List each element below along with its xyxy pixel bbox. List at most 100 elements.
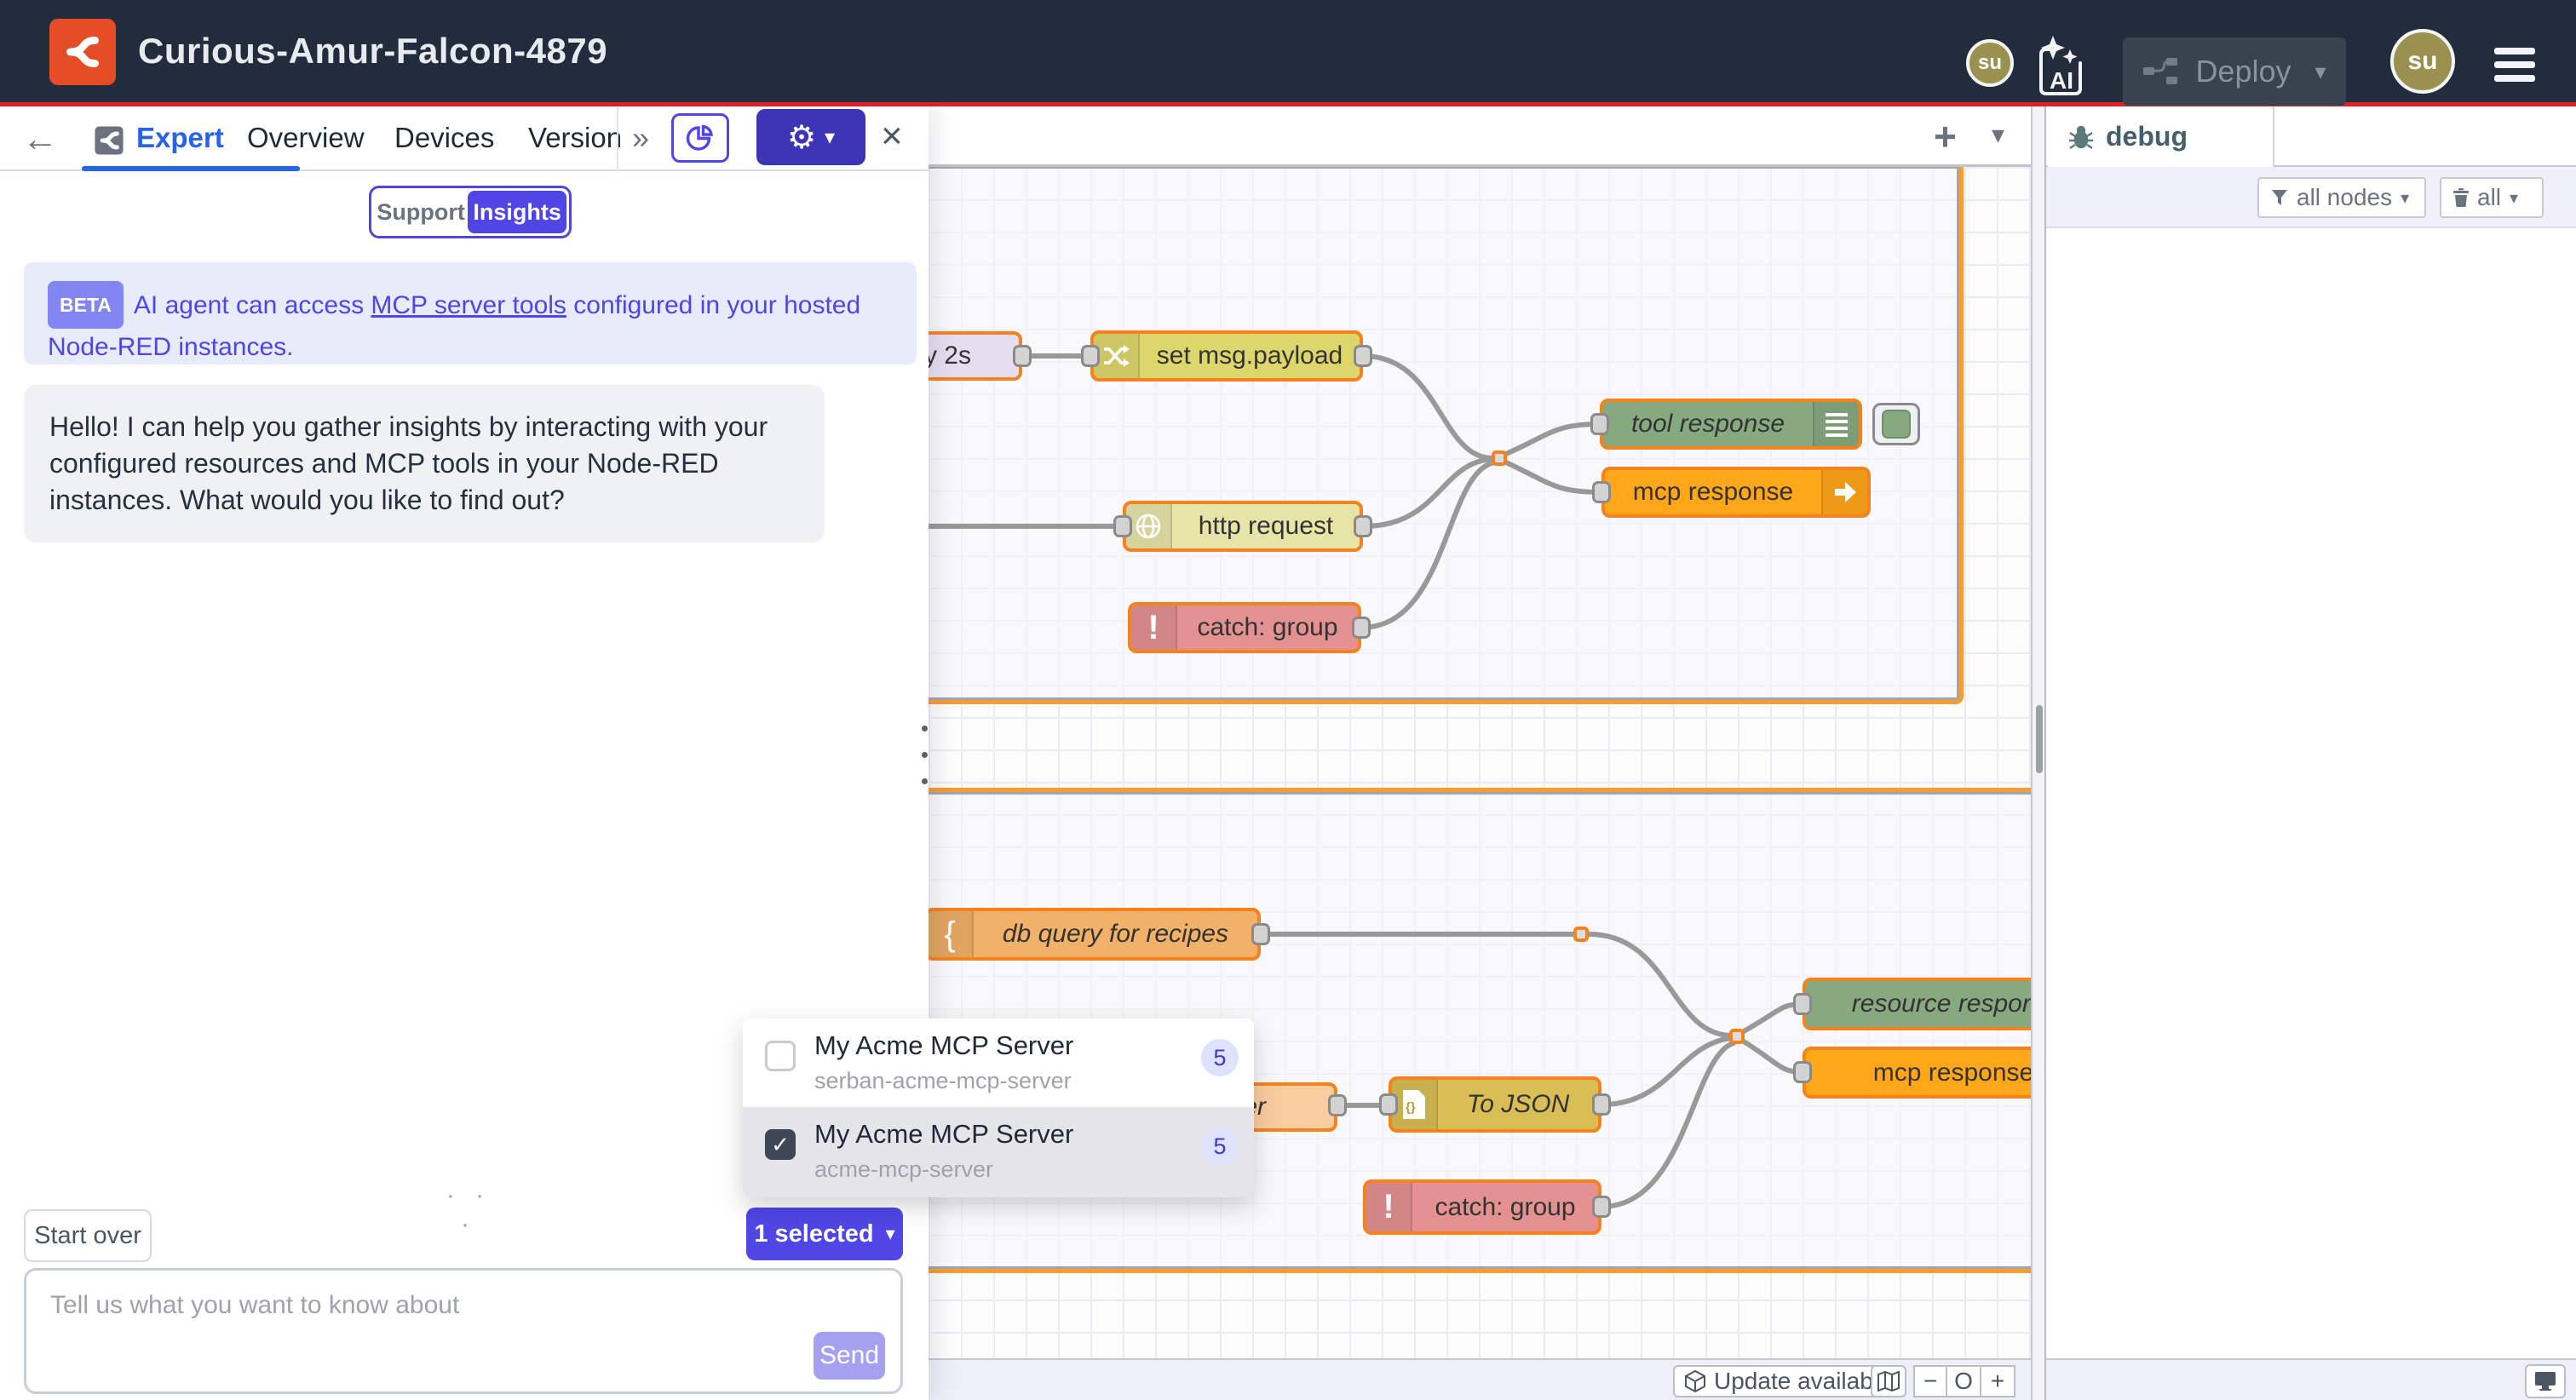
port-in[interactable] bbox=[1113, 515, 1132, 537]
port-out[interactable] bbox=[1592, 1196, 1611, 1218]
globe-icon bbox=[1126, 504, 1172, 548]
node-http-request[interactable]: http request bbox=[1123, 501, 1363, 552]
server-option-row[interactable]: My Acme MCP Server serban-acme-mcp-serve… bbox=[743, 1018, 1254, 1107]
flowfuse-logo-icon[interactable] bbox=[49, 19, 116, 85]
back-arrow-icon[interactable]: ← bbox=[22, 118, 58, 159]
zoom-reset-button[interactable]: O bbox=[1947, 1365, 1981, 1397]
close-icon[interactable]: × bbox=[881, 115, 903, 158]
port-in[interactable] bbox=[1590, 413, 1609, 435]
tabs-overflow-chevron[interactable]: » bbox=[632, 120, 649, 156]
exclamation-icon: ! bbox=[1366, 1183, 1412, 1231]
node-label: mcp response bbox=[1605, 478, 1821, 507]
ai-assistant-icon[interactable]: AI bbox=[2034, 34, 2087, 100]
chat-input-box: Send bbox=[24, 1268, 903, 1394]
flow-tabbar: + ▾ bbox=[929, 106, 2031, 167]
node-mcp-response[interactable]: mcp response bbox=[1601, 467, 1871, 518]
top-navbar: Curious-Amur-Falcon-4879 su AI Deploy ▾ … bbox=[0, 0, 2576, 106]
node-json[interactable]: {} To JSON bbox=[1389, 1076, 1601, 1133]
node-debug-tool-response[interactable]: tool response bbox=[1600, 399, 1862, 450]
debug-toggle-button[interactable] bbox=[1872, 403, 1920, 445]
tab-expert[interactable]: Expert bbox=[136, 122, 224, 154]
node-label: catch: group bbox=[1177, 613, 1358, 642]
port-out[interactable] bbox=[1352, 617, 1371, 639]
update-available-button[interactable]: Update available bbox=[1673, 1365, 1904, 1397]
selected-servers-button[interactable]: 1 selected ▾ bbox=[746, 1208, 903, 1260]
tab-devices[interactable]: Devices bbox=[394, 122, 494, 154]
zoom-out-button[interactable]: − bbox=[1913, 1365, 1947, 1397]
flow-canvas[interactable]: every 2s set msg.payload tool response m… bbox=[929, 106, 2044, 1400]
debug-filter-button[interactable]: all nodes ▾ bbox=[2257, 177, 2426, 218]
tab-overview[interactable]: Overview bbox=[247, 122, 365, 154]
map-icon bbox=[1877, 1371, 1900, 1391]
node-inject[interactable]: every 2s bbox=[929, 331, 1022, 381]
debug-sidebar-icon bbox=[1813, 402, 1859, 446]
node-catch[interactable]: ! catch: group bbox=[1128, 602, 1361, 653]
tab-version[interactable]: Version bbox=[528, 122, 622, 154]
deploy-caret-icon[interactable]: ▾ bbox=[2315, 59, 2326, 85]
main-menu-icon[interactable] bbox=[2494, 48, 2535, 82]
team-avatar[interactable]: su bbox=[1966, 39, 2014, 87]
chat-input[interactable] bbox=[26, 1271, 900, 1391]
panel-resize-handle[interactable]: · · · bbox=[443, 1181, 494, 1239]
port-out[interactable] bbox=[1354, 515, 1372, 537]
tab-debug-label: debug bbox=[2106, 121, 2188, 152]
port-out[interactable] bbox=[1328, 1094, 1347, 1116]
panel-splitter-handle[interactable] bbox=[922, 726, 932, 784]
debug-clear-label: all bbox=[2477, 184, 2501, 211]
wire-junction[interactable] bbox=[1573, 927, 1589, 942]
funnel-icon bbox=[2271, 189, 2288, 206]
debug-filter-label: all nodes bbox=[2297, 184, 2392, 211]
checkbox-unchecked[interactable] bbox=[765, 1041, 796, 1071]
port-out[interactable] bbox=[1251, 923, 1270, 945]
wire-junction[interactable] bbox=[1492, 450, 1507, 466]
add-flow-icon[interactable]: + bbox=[1934, 113, 1957, 159]
toggle-support[interactable]: Support bbox=[374, 191, 468, 233]
wire-junction[interactable] bbox=[1729, 1029, 1745, 1044]
node-db-query[interactable]: { db query for recipes bbox=[929, 908, 1261, 961]
node-catch[interactable]: ! catch: group bbox=[1363, 1179, 1601, 1235]
brace-icon: { bbox=[929, 911, 974, 957]
node-label: To JSON bbox=[1438, 1090, 1598, 1119]
user-avatar[interactable]: su bbox=[2390, 29, 2455, 94]
assistant-settings-button[interactable]: ⚙ ▾ bbox=[756, 109, 865, 165]
tab-debug[interactable]: debug bbox=[2048, 106, 2274, 167]
port-in[interactable] bbox=[1379, 1093, 1398, 1116]
bug-icon bbox=[2068, 124, 2094, 150]
gear-icon: ⚙ bbox=[787, 118, 816, 157]
beta-badge: BETA bbox=[48, 281, 124, 329]
node-label: db query for recipes bbox=[974, 920, 1257, 949]
checkbox-checked[interactable]: ✓ bbox=[765, 1129, 796, 1160]
settings-caret-icon: ▾ bbox=[825, 125, 835, 150]
node-label: set msg.payload bbox=[1140, 341, 1360, 370]
tool-count-badge: 5 bbox=[1201, 1039, 1239, 1076]
scrollbar-thumb[interactable] bbox=[2036, 705, 2043, 773]
open-window-button[interactable] bbox=[2525, 1364, 2566, 1398]
node-debug-resource-response[interactable]: resource response bbox=[1803, 978, 2044, 1030]
zoom-in-button[interactable]: + bbox=[1981, 1365, 2015, 1397]
port-in[interactable] bbox=[1081, 345, 1100, 367]
port-out[interactable] bbox=[1354, 345, 1372, 367]
debug-clear-button[interactable]: all ▾ bbox=[2440, 177, 2544, 218]
port-in[interactable] bbox=[1793, 993, 1812, 1015]
deploy-button[interactable]: Deploy ▾ bbox=[2123, 37, 2346, 106]
port-in[interactable] bbox=[1793, 1061, 1812, 1083]
usage-chart-button[interactable] bbox=[671, 113, 729, 163]
port-out[interactable] bbox=[1592, 1093, 1611, 1116]
node-change[interactable]: set msg.payload bbox=[1090, 330, 1363, 382]
navigator-button[interactable] bbox=[1871, 1365, 1906, 1397]
node-label: mcp response bbox=[1806, 1059, 2044, 1087]
server-option-row[interactable]: ✓ My Acme MCP Server acme-mcp-server 5 bbox=[743, 1107, 1254, 1197]
mcp-server-tools-link[interactable]: MCP server tools bbox=[371, 291, 566, 319]
canvas-scrollbar[interactable] bbox=[2031, 106, 2044, 1400]
flow-list-caret-icon[interactable]: ▾ bbox=[1992, 120, 2004, 150]
send-button[interactable]: Send bbox=[814, 1332, 885, 1380]
port-out[interactable] bbox=[1013, 345, 1032, 367]
debug-toolbar: all nodes ▾ all ▾ bbox=[2046, 167, 2576, 228]
deploy-label: Deploy bbox=[2195, 54, 2291, 89]
start-over-button[interactable]: Start over bbox=[24, 1209, 152, 1262]
toggle-insights[interactable]: Insights bbox=[468, 191, 566, 233]
mcp-server-dropdown: My Acme MCP Server serban-acme-mcp-serve… bbox=[743, 1018, 1254, 1197]
svg-text:{}: {} bbox=[1406, 1100, 1416, 1115]
node-mcp-response[interactable]: mcp response bbox=[1803, 1047, 2044, 1099]
port-in[interactable] bbox=[1592, 481, 1611, 503]
